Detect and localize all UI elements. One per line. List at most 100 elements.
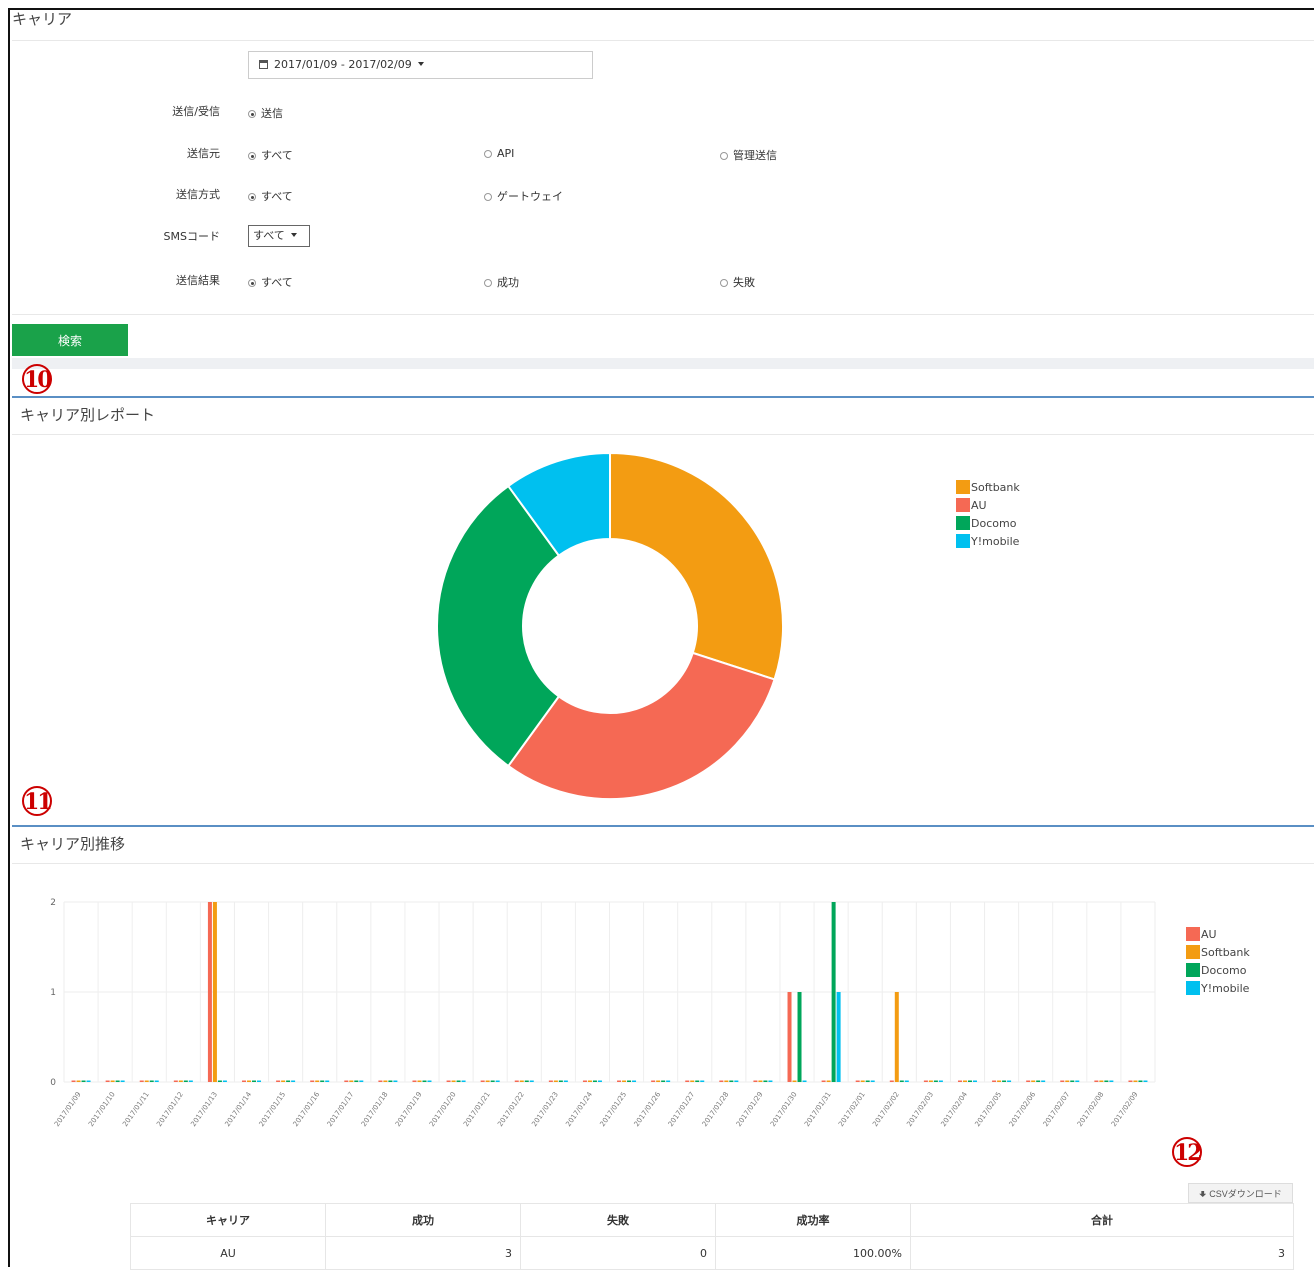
bar-ymobile	[1007, 1080, 1012, 1082]
bar-ymobile	[188, 1080, 193, 1082]
bar-au	[310, 1080, 315, 1082]
caret-down-icon	[417, 62, 424, 66]
bar-au	[242, 1080, 247, 1082]
bar-softbank	[553, 1080, 558, 1082]
legend-swatch	[956, 498, 970, 512]
radio-unchecked-icon	[484, 150, 492, 158]
bar-au	[344, 1080, 349, 1082]
donut-legend-item: AU	[956, 498, 1020, 516]
bar-au	[582, 1080, 587, 1082]
bar-softbank	[860, 1080, 865, 1082]
radio-result-failure[interactable]: 失敗	[720, 274, 755, 290]
x-tick-label: 2017/01/30	[769, 1091, 799, 1129]
bar-docomo	[967, 1080, 972, 1082]
x-tick-label: 2017/01/11	[121, 1091, 151, 1129]
radio-source-all[interactable]: すべて	[248, 147, 293, 163]
bar-docomo	[592, 1080, 597, 1082]
table-header-row: キャリア 成功 失敗 成功率 合計	[130, 1203, 1294, 1237]
bar-au	[957, 1080, 962, 1082]
bar-docomo	[183, 1080, 188, 1082]
filter-label-direction: 送信/受信	[172, 105, 220, 118]
donut-section-title: キャリア別レポート	[20, 406, 156, 424]
bar-docomo	[1002, 1080, 1007, 1082]
bar-docomo	[1036, 1080, 1041, 1082]
bar-au	[71, 1080, 76, 1082]
bar-au	[1094, 1080, 1099, 1082]
bar-docomo	[320, 1080, 325, 1082]
bar-ymobile	[870, 1080, 875, 1082]
radio-source-admin[interactable]: 管理送信	[720, 147, 777, 163]
x-tick-label: 2017/01/16	[292, 1090, 322, 1128]
bar-au	[446, 1080, 451, 1082]
x-tick-label: 2017/02/05	[974, 1091, 1004, 1129]
radio-source-api[interactable]: API	[484, 147, 514, 160]
bar-au	[923, 1080, 928, 1082]
annotation-badge-11: 11	[22, 786, 53, 816]
date-range-picker[interactable]: 2017/01/09 - 2017/02/09	[248, 51, 593, 79]
donut-legend-item: Docomo	[956, 516, 1020, 534]
legend-swatch	[1186, 927, 1200, 941]
legend-swatch	[1186, 963, 1200, 977]
radio-checked-icon	[248, 110, 256, 118]
csv-download-button[interactable]: CSVダウンロード	[1188, 1183, 1293, 1203]
y-tick-label: 0	[50, 1078, 56, 1088]
bar-softbank	[826, 1080, 831, 1082]
annotation-badge-10: 10	[22, 364, 53, 394]
trend-legend: AU Softbank Docomo Y!mobile	[1186, 927, 1250, 999]
radio-result-all[interactable]: すべて	[248, 274, 293, 290]
bar-softbank	[894, 992, 899, 1082]
bar-softbank	[758, 1080, 763, 1082]
radio-method-gateway[interactable]: ゲートウェイ	[484, 188, 563, 204]
bar-ymobile	[222, 1080, 227, 1082]
x-tick-label: 2017/01/24	[564, 1090, 594, 1128]
bar-ymobile	[632, 1080, 637, 1082]
x-tick-label: 2017/01/25	[598, 1091, 628, 1129]
bar-au	[378, 1080, 383, 1082]
table-row: AU 3 0 100.00% 3	[130, 1236, 1294, 1270]
bar-au	[617, 1080, 622, 1082]
x-tick-label: 2017/01/29	[735, 1091, 765, 1129]
x-tick-label: 2017/02/08	[1076, 1091, 1106, 1129]
donut-legend-item: Softbank	[956, 480, 1020, 498]
radio-direction-send[interactable]: 送信	[248, 105, 283, 121]
trend-legend-item: AU	[1186, 927, 1250, 945]
trend-section-title: キャリア別推移	[20, 835, 126, 853]
bar-docomo	[81, 1080, 86, 1082]
radio-result-success[interactable]: 成功	[484, 274, 519, 290]
legend-swatch	[956, 534, 970, 548]
calendar-icon	[259, 60, 268, 69]
bar-softbank	[110, 1080, 115, 1082]
sms-code-select[interactable]: すべて	[248, 225, 310, 247]
bar-docomo	[627, 1080, 632, 1082]
trend-legend-item: Softbank	[1186, 945, 1250, 963]
date-range-value: 2017/01/09 - 2017/02/09	[274, 58, 412, 71]
x-tick-label: 2017/01/10	[87, 1091, 117, 1129]
page-title: キャリア	[12, 10, 73, 28]
bar-softbank	[792, 1080, 797, 1082]
bar-docomo	[456, 1080, 461, 1082]
bar-softbank	[349, 1080, 354, 1082]
legend-swatch	[956, 516, 970, 530]
form-divider	[12, 314, 1314, 315]
bar-docomo	[661, 1080, 666, 1082]
x-tick-label: 2017/01/13	[189, 1091, 219, 1129]
radio-method-all[interactable]: すべて	[248, 188, 293, 204]
x-tick-label: 2017/01/23	[530, 1091, 560, 1129]
donut-slice-softbank	[609, 451, 784, 681]
bar-docomo	[217, 1080, 222, 1082]
bar-docomo	[865, 1080, 870, 1082]
bar-softbank	[1099, 1080, 1104, 1082]
radio-unchecked-icon	[720, 152, 728, 160]
bar-docomo	[388, 1080, 393, 1082]
section-divider-donut	[12, 396, 1314, 398]
search-button[interactable]: 検索	[12, 324, 128, 356]
header-divider	[12, 40, 1314, 41]
bar-au	[105, 1080, 110, 1082]
bar-ymobile	[86, 1080, 91, 1082]
bar-softbank	[485, 1080, 490, 1082]
bar-ymobile	[802, 1080, 807, 1082]
bar-au	[207, 902, 212, 1082]
bar-docomo	[695, 1080, 700, 1082]
donut-chart	[436, 451, 784, 800]
bar-ymobile	[972, 1080, 977, 1082]
